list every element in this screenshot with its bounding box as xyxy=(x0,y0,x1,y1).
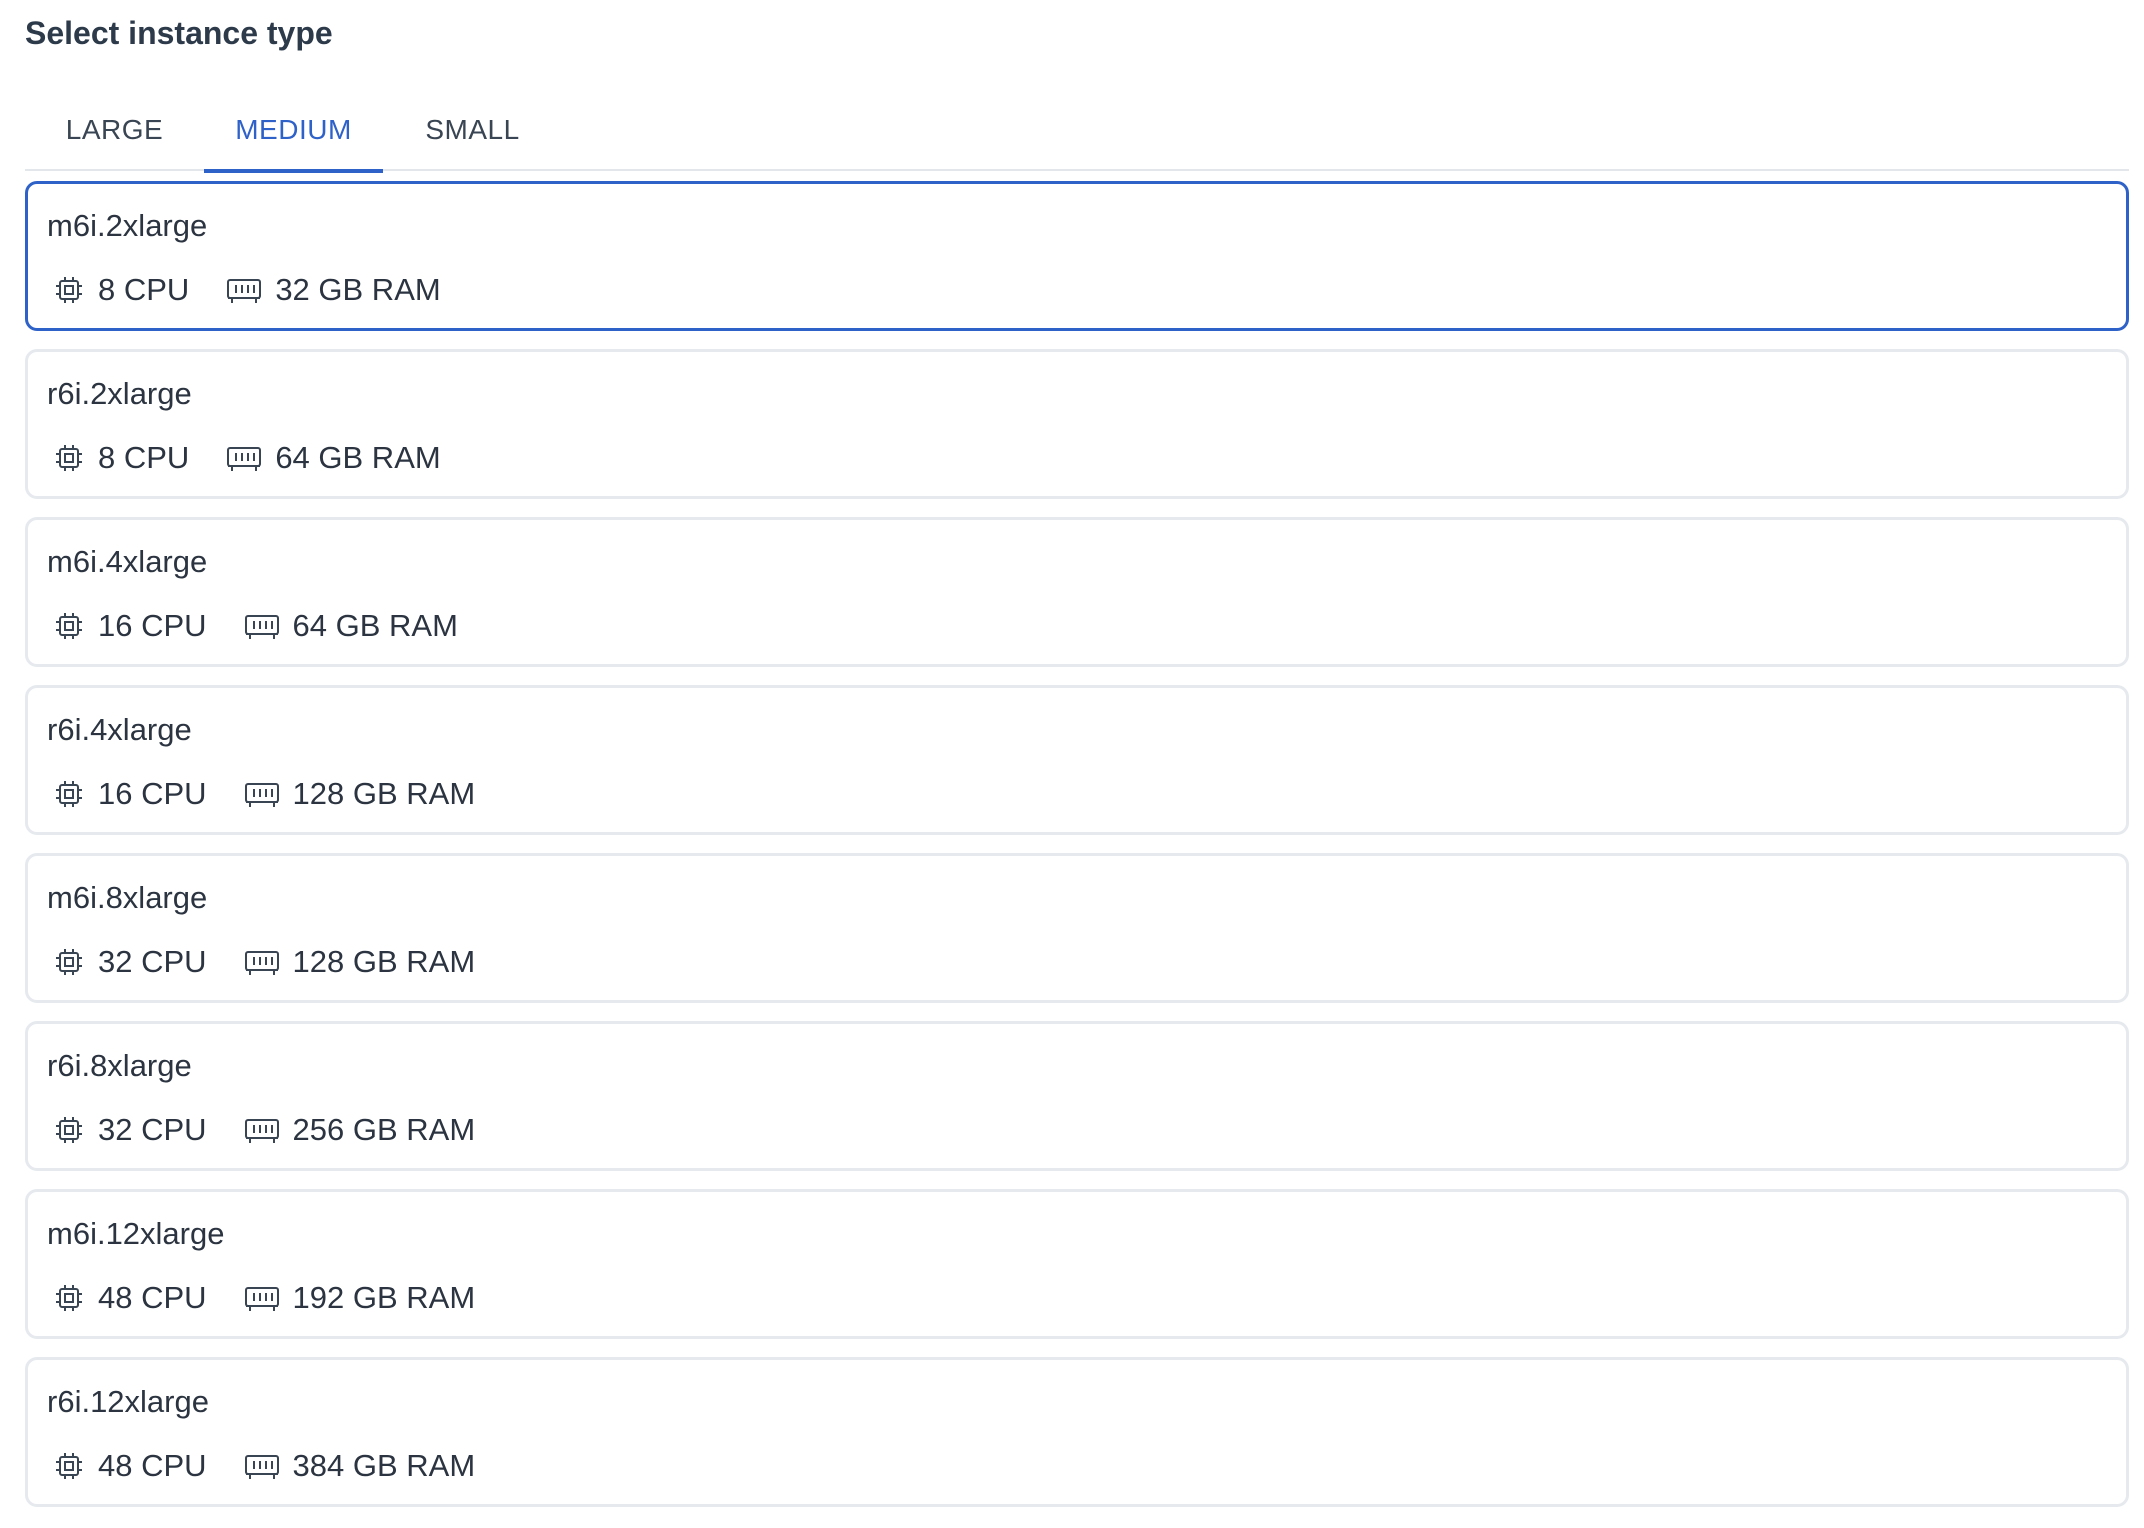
memory-module-icon xyxy=(243,1449,281,1483)
cpu-chip-icon xyxy=(52,609,86,643)
memory-module-icon xyxy=(225,441,263,475)
memory-module-icon xyxy=(243,945,281,979)
memory-module-icon xyxy=(243,1113,281,1147)
instance-specs: 8 CPU 32 GB RAM xyxy=(52,270,477,310)
memory-module-icon xyxy=(225,273,263,307)
cpu-spec: 32 CPU xyxy=(52,944,207,980)
memory-module-icon xyxy=(243,777,281,811)
ram-spec: 128 GB RAM xyxy=(243,776,476,812)
instance-card-r6i-2xlarge[interactable]: r6i.2xlarge 8 CPU 64 GB RAM xyxy=(25,349,2129,499)
instance-card-r6i-4xlarge[interactable]: r6i.4xlarge 16 CPU 128 GB RAM xyxy=(25,685,2129,835)
cpu-spec: 48 CPU xyxy=(52,1280,207,1316)
ram-spec: 256 GB RAM xyxy=(243,1112,476,1148)
cpu-chip-icon xyxy=(52,1281,86,1315)
tab-medium[interactable]: MEDIUM xyxy=(204,88,383,173)
cpu-chip-icon xyxy=(52,441,86,475)
instance-specs: 32 CPU 128 GB RAM xyxy=(52,942,511,982)
instance-name: r6i.8xlarge xyxy=(47,1048,192,1083)
ram-amount: 32 GB RAM xyxy=(275,272,441,307)
ram-amount: 192 GB RAM xyxy=(292,1280,476,1315)
instance-card-m6i-4xlarge[interactable]: m6i.4xlarge 16 CPU 64 GB RAM xyxy=(25,517,2129,667)
instance-specs: 16 CPU 64 GB RAM xyxy=(52,606,494,646)
page-title: Select instance type xyxy=(25,15,333,51)
instance-name: m6i.4xlarge xyxy=(47,544,208,579)
cpu-count: 16 CPU xyxy=(98,608,207,643)
memory-module-icon xyxy=(243,1281,281,1315)
cpu-chip-icon xyxy=(52,1449,86,1483)
cpu-spec: 8 CPU xyxy=(52,440,189,476)
instance-specs: 48 CPU 384 GB RAM xyxy=(52,1446,511,1486)
instance-specs: 16 CPU 128 GB RAM xyxy=(52,774,511,814)
instance-name: m6i.2xlarge xyxy=(47,208,208,243)
ram-amount: 64 GB RAM xyxy=(275,440,441,475)
instance-specs: 48 CPU 192 GB RAM xyxy=(52,1278,511,1318)
cpu-count: 8 CPU xyxy=(98,440,190,475)
instance-specs: 32 CPU 256 GB RAM xyxy=(52,1110,511,1150)
cpu-spec: 16 CPU xyxy=(52,608,207,644)
instance-specs: 8 CPU 64 GB RAM xyxy=(52,438,477,478)
ram-amount: 64 GB RAM xyxy=(292,608,458,643)
instance-card-r6i-12xlarge[interactable]: r6i.12xlarge 48 CPU 384 GB RAM xyxy=(25,1357,2129,1507)
instance-name: r6i.4xlarge xyxy=(47,712,192,747)
instance-card-m6i-12xlarge[interactable]: m6i.12xlarge 48 CPU 192 GB RAM xyxy=(25,1189,2129,1339)
ram-amount: 128 GB RAM xyxy=(292,944,476,979)
ram-amount: 128 GB RAM xyxy=(292,776,476,811)
cpu-chip-icon xyxy=(52,1113,86,1147)
ram-amount: 384 GB RAM xyxy=(292,1448,476,1483)
cpu-spec: 32 CPU xyxy=(52,1112,207,1148)
tab-small[interactable]: SMALL xyxy=(383,88,562,171)
cpu-spec: 16 CPU xyxy=(52,776,207,812)
instance-card-m6i-8xlarge[interactable]: m6i.8xlarge 32 CPU 128 GB RAM xyxy=(25,853,2129,1003)
cpu-count: 32 CPU xyxy=(98,944,207,979)
instance-type-selector: Select instance type LARGE MEDIUM SMALL … xyxy=(0,0,2144,1528)
cpu-spec: 8 CPU xyxy=(52,272,189,308)
cpu-chip-icon xyxy=(52,945,86,979)
cpu-count: 32 CPU xyxy=(98,1112,207,1147)
cpu-spec: 48 CPU xyxy=(52,1448,207,1484)
cpu-count: 8 CPU xyxy=(98,272,190,307)
cpu-count: 48 CPU xyxy=(98,1448,207,1483)
instance-card-r6i-8xlarge[interactable]: r6i.8xlarge 32 CPU 256 GB RAM xyxy=(25,1021,2129,1171)
cpu-count: 48 CPU xyxy=(98,1280,207,1315)
instance-name: r6i.12xlarge xyxy=(47,1384,209,1419)
ram-spec: 384 GB RAM xyxy=(243,1448,476,1484)
ram-spec: 64 GB RAM xyxy=(243,608,458,644)
instance-name: m6i.12xlarge xyxy=(47,1216,225,1251)
cpu-count: 16 CPU xyxy=(98,776,207,811)
ram-amount: 256 GB RAM xyxy=(292,1112,476,1147)
instance-name: r6i.2xlarge xyxy=(47,376,192,411)
tab-large[interactable]: LARGE xyxy=(25,88,204,171)
instance-card-m6i-2xlarge[interactable]: m6i.2xlarge 8 CPU 32 GB RAM xyxy=(25,181,2129,331)
instance-name: m6i.8xlarge xyxy=(47,880,208,915)
cpu-chip-icon xyxy=(52,777,86,811)
ram-spec: 128 GB RAM xyxy=(243,944,476,980)
cpu-chip-icon xyxy=(52,273,86,307)
memory-module-icon xyxy=(243,609,281,643)
ram-spec: 192 GB RAM xyxy=(243,1280,476,1316)
size-tabs: LARGE MEDIUM SMALL xyxy=(25,88,2129,173)
ram-spec: 32 GB RAM xyxy=(225,272,441,308)
ram-spec: 64 GB RAM xyxy=(225,440,441,476)
